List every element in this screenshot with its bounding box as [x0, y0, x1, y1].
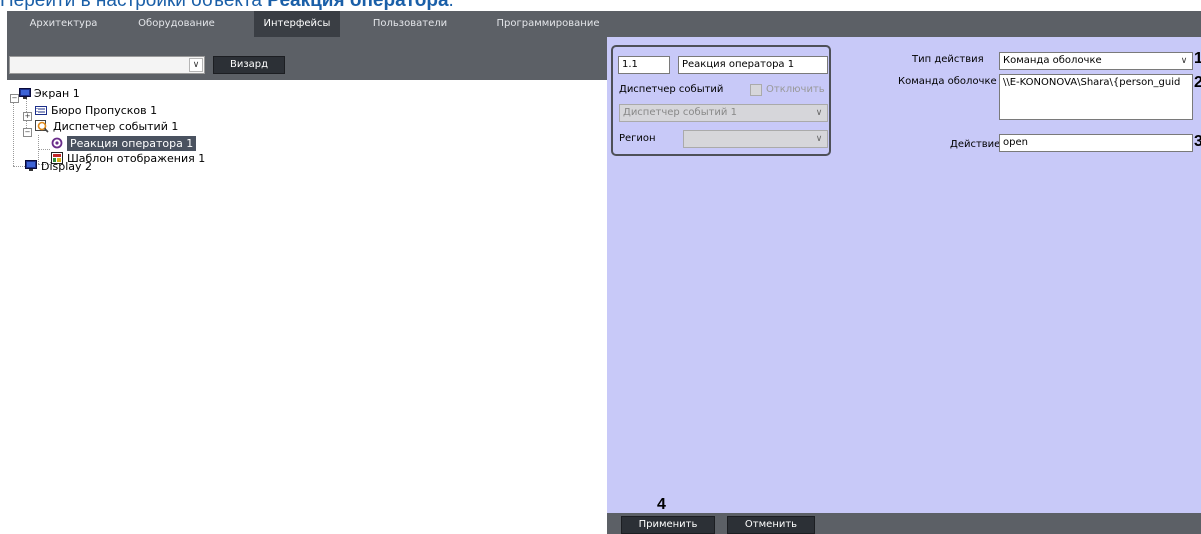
- monitor-icon: [19, 88, 31, 99]
- cancel-button[interactable]: Отменить: [727, 516, 815, 534]
- apply-button[interactable]: Применить: [621, 516, 715, 534]
- heading-suffix: .: [449, 0, 454, 10]
- tree-connector: [38, 149, 50, 150]
- heading-bold-text: Реакция оператора: [267, 0, 448, 10]
- tab-users[interactable]: Пользователи: [354, 11, 466, 37]
- badge-office-icon: [35, 106, 47, 115]
- bottom-button-bar: Применить Отменить: [607, 513, 1201, 534]
- dispatcher-label: Диспетчер событий: [619, 84, 724, 95]
- heading-text: Перейти в настройки объекта: [0, 0, 267, 10]
- tab-architecture[interactable]: Архитектура: [7, 11, 120, 37]
- region-label: Регион: [619, 133, 656, 144]
- wizard-button[interactable]: Визард: [213, 56, 285, 74]
- disable-label: Отключить: [766, 84, 825, 95]
- object-properties-box: 1.1 Реакция оператора 1 Диспетчер событи…: [611, 45, 831, 156]
- callout-3: 3: [1194, 133, 1201, 150]
- tree-connector: [13, 166, 25, 167]
- callout-1: 1: [1194, 50, 1201, 67]
- action-type-label: Тип действия: [912, 54, 984, 65]
- chevron-down-icon: ∨: [815, 134, 823, 144]
- tree-item-screen-1[interactable]: Экран 1: [34, 86, 80, 101]
- object-id-field[interactable]: 1.1: [618, 56, 670, 74]
- object-tree-panel: ∨ Визард − Экран 1 + Бюро Пропусков 1 − …: [7, 37, 607, 534]
- collapse-icon[interactable]: −: [10, 94, 19, 103]
- event-dispatcher-icon: [35, 120, 49, 133]
- tree-item-event-dispatcher[interactable]: Диспетчер событий 1: [53, 119, 178, 134]
- tree-toolbar: ∨ Визард: [7, 37, 607, 80]
- tab-programming[interactable]: Программирование: [483, 11, 613, 37]
- chevron-down-icon[interactable]: ∨: [189, 58, 203, 72]
- dispatcher-select[interactable]: Диспетчер событий 1 ∨: [619, 104, 828, 122]
- collapse-icon[interactable]: −: [23, 128, 32, 137]
- callout-2: 2: [1194, 74, 1201, 91]
- operator-reaction-icon: [51, 137, 63, 149]
- main-tab-bar: Архитектура Оборудование Интерфейсы Поль…: [7, 11, 1201, 37]
- action-type-value: Команда оболочке: [1003, 55, 1102, 66]
- tree-item-display-2[interactable]: Display 2: [41, 159, 92, 174]
- tree-connector: [13, 98, 14, 166]
- object-name-field[interactable]: Реакция оператора 1: [678, 56, 828, 74]
- tree-item-badge-office[interactable]: Бюро Пропусков 1: [51, 103, 157, 118]
- tab-interfaces[interactable]: Интерфейсы: [254, 11, 340, 37]
- action-input[interactable]: open: [999, 134, 1193, 152]
- object-properties-panel: 1.1 Реакция оператора 1 Диспетчер событи…: [607, 37, 1201, 534]
- region-select[interactable]: ∨: [683, 130, 828, 148]
- shell-command-input[interactable]: \\E-KONONOVA\Shara\{person_guid: [999, 74, 1193, 120]
- chevron-down-icon: ∨: [815, 108, 823, 118]
- action-type-select[interactable]: Команда оболочке ∨: [999, 52, 1193, 70]
- chevron-down-icon: ∨: [1180, 56, 1188, 66]
- tab-equipment[interactable]: Оборудование: [120, 11, 233, 37]
- callout-4: 4: [657, 496, 666, 513]
- action-label: Действие: [950, 139, 1001, 150]
- dispatcher-select-value: Диспетчер событий 1: [623, 107, 737, 118]
- shell-command-label: Команда оболочке: [898, 76, 997, 87]
- monitor-icon: [25, 160, 37, 171]
- tree-item-operator-reaction[interactable]: Реакция оператора 1: [67, 136, 197, 151]
- disable-checkbox[interactable]: [750, 84, 762, 96]
- document-heading: Перейти в настройки объекта Реакция опер…: [0, 0, 1201, 10]
- expand-icon[interactable]: +: [23, 112, 32, 121]
- screen-select[interactable]: ∨: [9, 56, 205, 74]
